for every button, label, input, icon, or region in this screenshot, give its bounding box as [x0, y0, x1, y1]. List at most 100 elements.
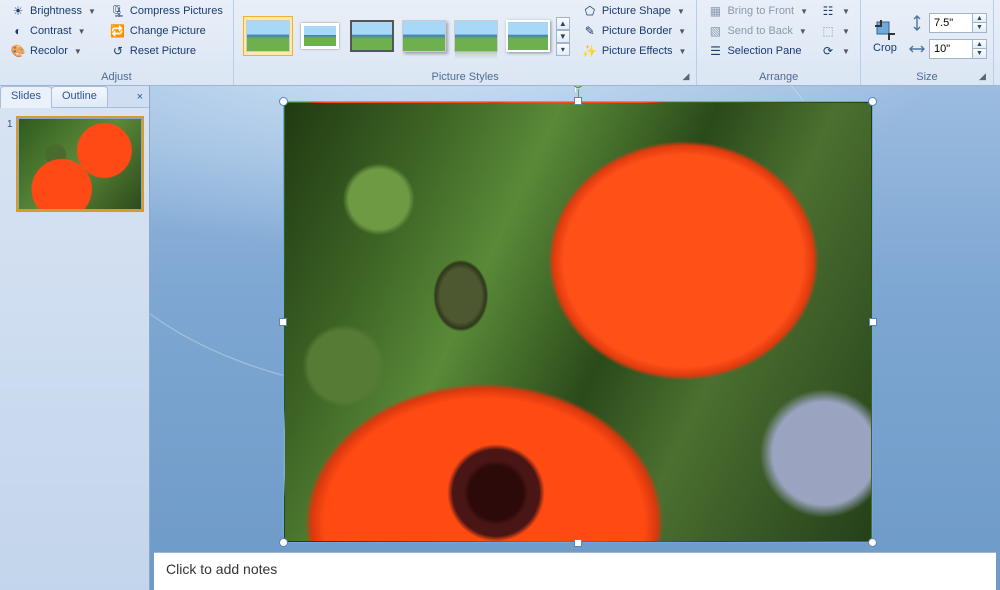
rotate-icon: ⟳	[820, 43, 836, 59]
selected-picture[interactable]	[284, 102, 872, 542]
height-icon	[909, 15, 925, 31]
brightness-button[interactable]: ☀ Brightness ▼	[6, 2, 100, 20]
picture-effects-icon: ✨	[582, 43, 598, 59]
rotate-button[interactable]: ⟳ ▼	[816, 42, 854, 60]
group-label-adjust: Adjust	[6, 70, 227, 85]
width-spinner[interactable]: ▲ ▼	[929, 39, 987, 59]
picture-shape-label: Picture Shape	[602, 5, 671, 17]
send-to-back-button[interactable]: ▧ Send to Back ▼	[703, 22, 812, 40]
recolor-icon: 🎨	[10, 43, 26, 59]
slides-pane: Slides Outline × 1	[0, 86, 150, 590]
tab-outline[interactable]: Outline	[51, 86, 108, 107]
resize-handle-s[interactable]	[574, 539, 582, 547]
group-label-arrange: Arrange	[703, 70, 853, 85]
compress-pictures-button[interactable]: 🗜 Compress Pictures	[106, 2, 227, 20]
picture-shape-button[interactable]: ⬠ Picture Shape ▼	[578, 2, 691, 20]
dropdown-caret-icon: ▼	[677, 7, 685, 16]
slide-canvas[interactable]	[150, 86, 1000, 548]
picture-effects-label: Picture Effects	[602, 45, 673, 57]
brightness-icon: ☀	[10, 3, 26, 19]
style-thumb-5[interactable]	[451, 16, 501, 56]
dropdown-caret-icon: ▼	[842, 7, 850, 16]
style-thumb-4[interactable]	[399, 16, 449, 56]
contrast-button[interactable]: ◐ Contrast ▼	[6, 22, 100, 40]
group-button[interactable]: ⬚ ▼	[816, 22, 854, 40]
dropdown-caret-icon: ▼	[78, 27, 86, 36]
group-adjust: ☀ Brightness ▼ ◐ Contrast ▼ 🎨 Recolor ▼ …	[0, 0, 234, 85]
slide-thumb-image	[19, 119, 141, 209]
group-size: Crop ▲ ▼	[861, 0, 994, 85]
slide-thumbnails: 1	[0, 108, 149, 590]
styles-dialog-launcher[interactable]: ◢	[682, 71, 694, 83]
recolor-label: Recolor	[30, 45, 68, 57]
align-button[interactable]: ☷ ▼	[816, 2, 854, 20]
height-down[interactable]: ▼	[972, 23, 986, 32]
resize-handle-nw[interactable]	[279, 97, 288, 106]
width-down[interactable]: ▼	[972, 49, 986, 58]
gallery-scroll: ▲ ▼ ▾	[556, 17, 570, 56]
send-back-label: Send to Back	[727, 25, 792, 37]
resize-handle-se[interactable]	[868, 538, 877, 547]
change-label: Change Picture	[130, 25, 206, 37]
gallery-more[interactable]: ▾	[556, 43, 570, 56]
slide-thumb-1[interactable]: 1	[18, 118, 142, 210]
resize-handle-sw[interactable]	[279, 538, 288, 547]
send-back-icon: ▧	[707, 23, 723, 39]
picture-shape-icon: ⬠	[582, 3, 598, 19]
pane-close-button[interactable]: ×	[131, 91, 149, 103]
style-thumb-3[interactable]	[347, 16, 397, 56]
tab-slides[interactable]: Slides	[0, 86, 52, 107]
notes-pane[interactable]: Click to add notes	[154, 552, 996, 590]
height-up[interactable]: ▲	[972, 14, 986, 23]
width-up[interactable]: ▲	[972, 40, 986, 49]
dropdown-caret-icon: ▼	[800, 7, 808, 16]
selection-pane-button[interactable]: ☰ Selection Pane	[703, 42, 812, 60]
crop-button[interactable]: Crop	[867, 16, 903, 56]
resize-handle-n[interactable]	[574, 97, 582, 105]
group-icon: ⬚	[820, 23, 836, 39]
gallery-scroll-down[interactable]: ▼	[556, 30, 570, 43]
resize-handle-e[interactable]	[869, 318, 877, 326]
group-arrange: ▦ Bring to Front ▼ ▧ Send to Back ▼ ☰ Se…	[697, 0, 860, 85]
dropdown-caret-icon: ▼	[842, 27, 850, 36]
reset-icon: ↺	[110, 43, 126, 59]
crop-icon	[873, 18, 897, 42]
contrast-label: Contrast	[30, 25, 72, 37]
dropdown-caret-icon: ▼	[799, 27, 807, 36]
width-input[interactable]	[930, 43, 972, 55]
dropdown-caret-icon: ▼	[842, 47, 850, 56]
height-input[interactable]	[930, 17, 972, 29]
recolor-button[interactable]: 🎨 Recolor ▼	[6, 42, 100, 60]
bring-to-front-button[interactable]: ▦ Bring to Front ▼	[703, 2, 812, 20]
bring-front-label: Bring to Front	[727, 5, 794, 17]
gallery-scroll-up[interactable]: ▲	[556, 17, 570, 30]
resize-handle-ne[interactable]	[868, 97, 877, 106]
picture-border-label: Picture Border	[602, 25, 672, 37]
picture-effects-button[interactable]: ✨ Picture Effects ▼	[578, 42, 691, 60]
size-dialog-launcher[interactable]: ◢	[979, 71, 991, 83]
crop-label: Crop	[873, 42, 897, 54]
dropdown-caret-icon: ▼	[678, 27, 686, 36]
picture-border-button[interactable]: ✎ Picture Border ▼	[578, 22, 691, 40]
selection-pane-label: Selection Pane	[727, 45, 801, 57]
slide-number: 1	[7, 119, 13, 130]
picture-content	[284, 102, 872, 542]
style-thumb-2[interactable]	[295, 16, 345, 56]
ribbon: ☀ Brightness ▼ ◐ Contrast ▼ 🎨 Recolor ▼ …	[0, 0, 1000, 86]
change-picture-icon: 🔁	[110, 23, 126, 39]
compress-label: Compress Pictures	[130, 5, 223, 17]
group-label-size: Size	[867, 70, 987, 85]
editor-area: Click to add notes	[150, 86, 1000, 590]
compress-icon: 🗜	[110, 3, 126, 19]
style-thumb-1[interactable]	[243, 16, 293, 56]
resize-handle-w[interactable]	[279, 318, 287, 326]
style-thumb-6[interactable]	[503, 16, 553, 56]
pane-tabs: Slides Outline ×	[0, 86, 149, 108]
change-picture-button[interactable]: 🔁 Change Picture	[106, 22, 227, 40]
group-label-styles: Picture Styles	[240, 70, 691, 85]
dropdown-caret-icon: ▼	[679, 47, 687, 56]
reset-picture-button[interactable]: ↺ Reset Picture	[106, 42, 227, 60]
reset-label: Reset Picture	[130, 45, 196, 57]
height-spinner[interactable]: ▲ ▼	[929, 13, 987, 33]
bring-front-icon: ▦	[707, 3, 723, 19]
